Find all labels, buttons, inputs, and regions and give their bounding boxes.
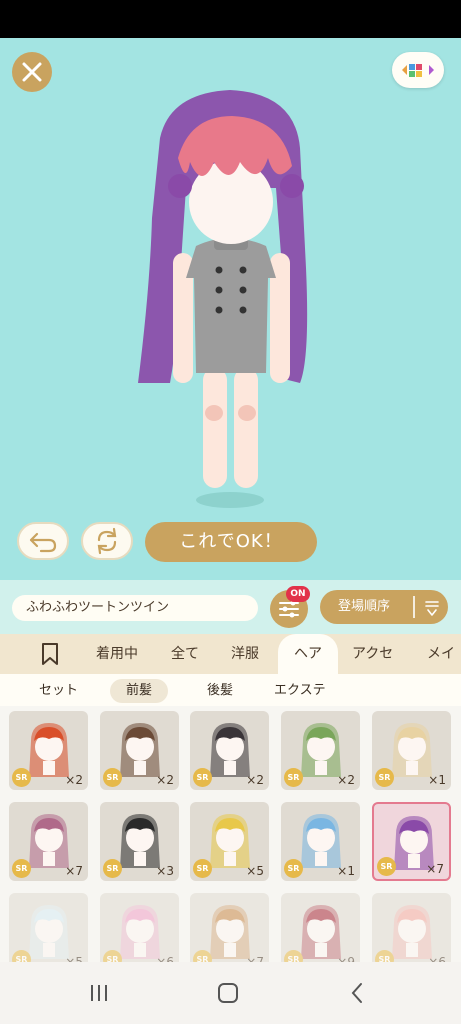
rarity-badge: SR <box>284 859 303 878</box>
avatar-character[interactable] <box>0 38 461 580</box>
rarity-badge: SR <box>103 950 122 962</box>
undo-icon <box>29 532 57 553</box>
item-count: ×7 <box>65 864 83 878</box>
rarity-badge: SR <box>377 857 396 876</box>
item-count: ×6 <box>428 955 446 962</box>
rarity-badge: SR <box>12 950 31 962</box>
item-count: ×7 <box>246 955 264 962</box>
rarity-badge: SR <box>193 768 212 787</box>
refresh-icon <box>97 527 117 555</box>
item-name-field: ふわふわツートンツイン <box>12 595 258 621</box>
tab-accessories[interactable]: アクセ <box>352 634 393 674</box>
item-count: ×2 <box>337 773 355 787</box>
hair-item[interactable]: SR ×6 <box>100 893 179 962</box>
tab-makeup[interactable]: メイク <box>427 634 461 674</box>
item-count: ×2 <box>65 773 83 787</box>
rarity-badge: SR <box>103 768 122 787</box>
rarity-badge: SR <box>193 859 212 878</box>
subcategory-tabs: セット 前髪 後髪 エクステ <box>0 674 461 706</box>
hair-item[interactable]: SR ×5 <box>9 893 88 962</box>
back-icon[interactable] <box>347 982 369 1004</box>
rarity-badge: SR <box>193 950 212 962</box>
confirm-button[interactable]: これでOK！ <box>145 522 317 562</box>
close-icon <box>22 62 42 82</box>
hair-item[interactable]: SR ×7 <box>372 802 451 881</box>
item-count: ×3 <box>156 864 174 878</box>
toolbar: ふわふわツートンツイン ON 登場順序 <box>0 580 461 634</box>
avatar-stage: これでOK！ <box>0 38 461 580</box>
undo-button[interactable] <box>17 522 69 560</box>
hair-item[interactable]: SR ×1 <box>281 802 360 881</box>
rarity-badge: SR <box>12 859 31 878</box>
hair-item[interactable]: SR ×5 <box>190 802 269 881</box>
item-count: ×5 <box>246 864 264 878</box>
item-count: ×2 <box>246 773 264 787</box>
home-icon[interactable] <box>217 982 239 1004</box>
hair-item[interactable]: SR ×2 <box>190 711 269 790</box>
hair-item[interactable]: SR ×2 <box>281 711 360 790</box>
hair-item[interactable]: SR ×7 <box>9 802 88 881</box>
system-nav-bar <box>0 962 461 1024</box>
rarity-badge: SR <box>375 950 394 962</box>
item-count: ×5 <box>65 955 83 962</box>
item-count: ×7 <box>426 862 444 876</box>
status-bar <box>0 0 461 38</box>
sort-label: 登場順序 <box>338 599 391 614</box>
item-count: ×6 <box>156 955 174 962</box>
subtab-set[interactable]: セット <box>23 679 94 703</box>
filter-on-badge: ON <box>286 586 310 602</box>
rarity-badge: SR <box>284 768 303 787</box>
hair-item[interactable]: SR ×2 <box>100 711 179 790</box>
tab-all[interactable]: 全て <box>171 634 199 674</box>
subtab-extensions[interactable]: エクステ <box>258 679 342 703</box>
rarity-badge: SR <box>375 768 394 787</box>
rarity-badge: SR <box>284 950 303 962</box>
rarity-badge: SR <box>12 768 31 787</box>
item-count: ×1 <box>428 773 446 787</box>
hair-item[interactable]: SR ×2 <box>9 711 88 790</box>
hair-item[interactable]: SR ×3 <box>100 802 179 881</box>
palette-icon <box>402 64 434 77</box>
item-count: ×1 <box>337 864 355 878</box>
item-grid: SR ×2 SR ×2 SR ×2 SR ×2 SR ×1 SR ×7 SR ×3 SR ×5 SR ×1 SR ×7… <box>0 706 461 962</box>
tab-clothes[interactable]: 洋服 <box>231 634 259 674</box>
tab-hair[interactable]: ヘア <box>278 634 338 674</box>
hair-item[interactable]: SR ×1 <box>372 711 451 790</box>
hair-item[interactable]: SR ×7 <box>190 893 269 962</box>
sort-order-icon[interactable] <box>422 590 442 624</box>
recent-apps-icon[interactable] <box>88 982 110 1004</box>
hair-item[interactable]: SR ×9 <box>281 893 360 962</box>
randomize-button[interactable] <box>81 522 133 560</box>
sort-button[interactable]: 登場順序 <box>320 590 448 624</box>
item-count: ×9 <box>337 955 355 962</box>
category-tabs: 着用中 全て 洋服 ヘア アクセ メイク <box>0 634 461 674</box>
close-button[interactable] <box>12 52 52 92</box>
tab-wearing[interactable]: 着用中 <box>96 634 138 674</box>
item-count: ×2 <box>156 773 174 787</box>
bookmark-icon[interactable] <box>40 642 60 666</box>
hair-item[interactable]: SR ×6 <box>372 893 451 962</box>
subtab-front-hair[interactable]: 前髪 <box>110 679 169 703</box>
subtab-back-hair[interactable]: 後髪 <box>191 679 249 703</box>
rarity-badge: SR <box>103 859 122 878</box>
sort-divider <box>413 596 415 618</box>
palette-button[interactable] <box>392 52 444 88</box>
